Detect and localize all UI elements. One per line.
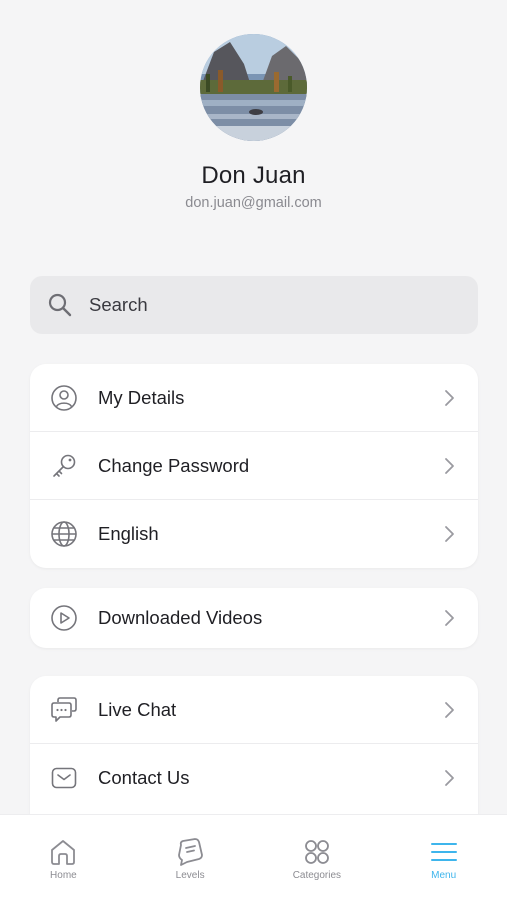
chevron-right-icon xyxy=(445,770,454,786)
user-circle-icon xyxy=(51,384,77,411)
menu-item-live-chat[interactable]: Live Chat xyxy=(30,676,478,744)
menu-item-label: Downloaded Videos xyxy=(98,607,263,628)
profile-email: don.juan@gmail.com xyxy=(185,195,322,211)
avatar[interactable] xyxy=(200,34,307,141)
key-icon xyxy=(53,454,76,477)
home-icon xyxy=(51,840,76,865)
search-bar[interactable] xyxy=(30,276,478,334)
bottom-tab-bar: Home Levels Categories Menu xyxy=(0,814,507,901)
menu-item-change-password[interactable]: Change Password xyxy=(30,432,478,500)
tab-label: Categories xyxy=(292,870,342,881)
menu-item-downloaded-videos[interactable]: Downloaded Videos xyxy=(30,588,478,648)
avatar-landscape-image xyxy=(200,34,307,141)
tab-levels[interactable]: Levels xyxy=(127,815,254,901)
play-circle-icon xyxy=(51,605,77,631)
menu-item-label: English xyxy=(98,523,159,544)
chat-bubbles-icon xyxy=(51,696,77,722)
chevron-right-icon xyxy=(445,389,454,406)
chevron-right-icon xyxy=(445,457,454,474)
chevron-right-icon xyxy=(445,610,454,626)
search-input[interactable] xyxy=(89,294,429,316)
mail-icon xyxy=(51,767,77,789)
tab-home[interactable]: Home xyxy=(0,815,127,901)
tab-label: Menu xyxy=(431,870,457,881)
menu-group-support: Live Chat Contact Us xyxy=(30,676,478,836)
tab-categories[interactable]: Categories xyxy=(254,815,381,901)
menu-icon xyxy=(430,843,457,861)
chevron-right-icon xyxy=(445,701,454,718)
grid-icon xyxy=(304,840,329,864)
menu-item-contact-us[interactable]: Contact Us xyxy=(30,744,478,812)
search-icon xyxy=(48,293,72,317)
globe-icon xyxy=(51,521,77,547)
menu-item-my-details[interactable]: My Details xyxy=(30,364,478,432)
tab-menu[interactable]: Menu xyxy=(380,815,507,901)
tab-label: Levels xyxy=(175,870,205,881)
menu-item-label: Change Password xyxy=(98,454,250,476)
levels-icon xyxy=(178,838,204,866)
menu-item-label: My Details xyxy=(98,386,185,408)
menu-group-downloads: Downloaded Videos xyxy=(30,588,478,648)
menu-item-language[interactable]: English xyxy=(30,500,478,568)
tab-label: Home xyxy=(50,870,77,881)
menu-item-label: Live Chat xyxy=(98,698,177,720)
menu-group-account: My Details Change Password English xyxy=(30,364,478,568)
profile-name: Don Juan xyxy=(201,162,306,189)
chevron-right-icon xyxy=(445,526,454,542)
menu-item-label: Contact Us xyxy=(98,767,190,788)
